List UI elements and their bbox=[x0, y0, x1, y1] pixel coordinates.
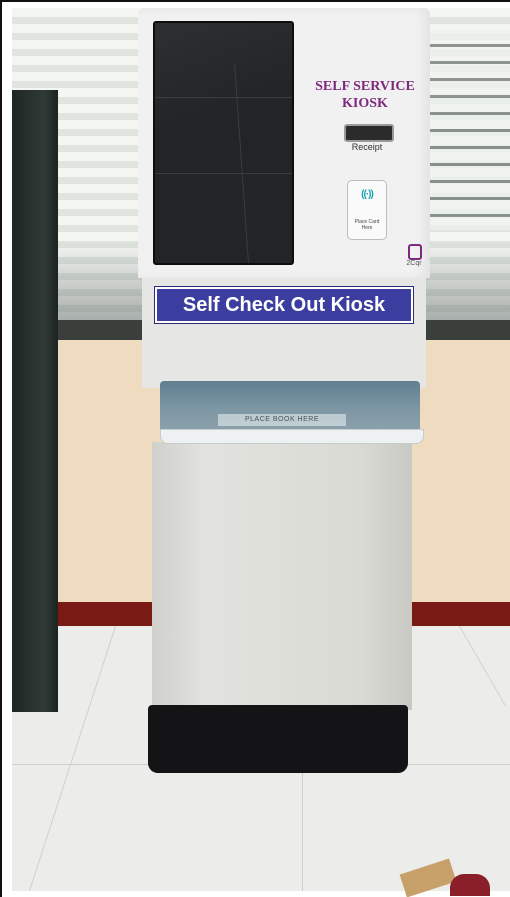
kiosk-title-line1: SELF SERVICE bbox=[315, 79, 415, 94]
photo-border-top bbox=[0, 0, 510, 2]
brand-logo-icon bbox=[408, 244, 422, 260]
brand-label: 2Cqr bbox=[406, 260, 422, 267]
dark-door bbox=[12, 90, 58, 712]
tray-label: PLACE BOOK HERE bbox=[218, 414, 346, 426]
window-blinds bbox=[430, 30, 510, 230]
screen-glare bbox=[155, 23, 292, 263]
card-reader[interactable]: ((·)) Place Card Here bbox=[347, 180, 387, 240]
tile-joint bbox=[302, 764, 303, 891]
receipt-label: Receipt bbox=[351, 142, 383, 152]
banner-text: Self Check Out Kiosk bbox=[182, 294, 386, 316]
kiosk-cabinet bbox=[152, 442, 412, 710]
card-reader-label: Place Card Here bbox=[348, 219, 386, 231]
screen-reflection bbox=[155, 97, 292, 98]
kiosk-title: SELF SERVICE KIOSK bbox=[300, 78, 430, 112]
card-reader-label-line2: Here bbox=[361, 225, 373, 231]
kiosk-banner: Self Check Out Kiosk bbox=[155, 287, 413, 323]
receipt-printer-slot bbox=[344, 124, 394, 142]
tile-joint bbox=[458, 626, 507, 706]
book-tray-edge bbox=[160, 429, 424, 444]
contactless-icon: ((·)) bbox=[361, 189, 374, 200]
photo-border-left bbox=[0, 0, 2, 897]
touch-screen[interactable] bbox=[153, 21, 294, 265]
kiosk-title-line2: KIOSK bbox=[342, 96, 388, 111]
screen-reflection bbox=[155, 173, 292, 174]
red-object bbox=[450, 874, 490, 896]
photo-scene: SELF SERVICE KIOSK Receipt ((·)) Place C… bbox=[0, 0, 510, 897]
kiosk-base bbox=[148, 705, 408, 773]
